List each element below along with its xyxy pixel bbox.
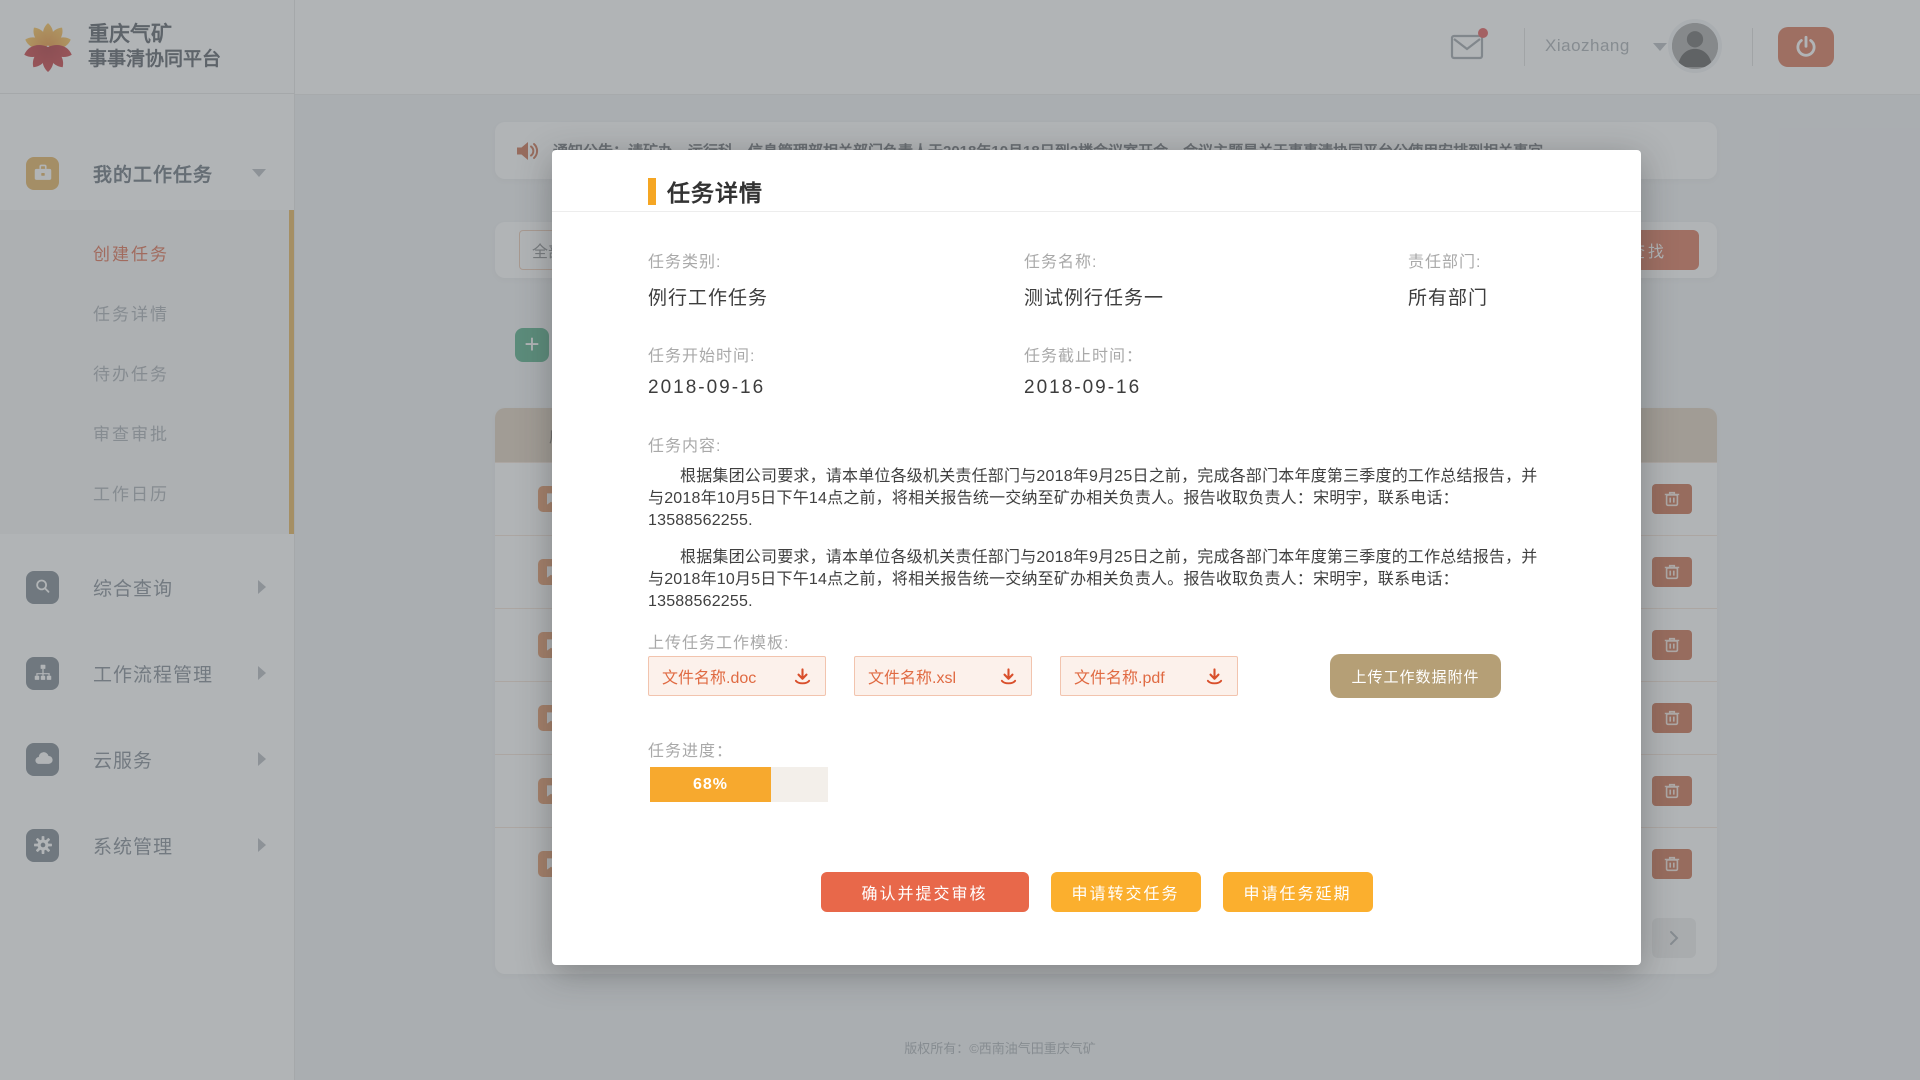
divider [552, 211, 1641, 212]
file-name: 文件名称.doc [662, 664, 756, 688]
field-value: 测试例行任务一 [1024, 283, 1408, 310]
download-icon [999, 667, 1018, 686]
file-name: 文件名称.xsl [868, 664, 956, 688]
field-label: 任务截止时间： [1024, 342, 1408, 366]
task-content-paragraph: 根据集团公司要求，请本单位各级机关责任部门与2018年9月25日之前，完成各部门… [648, 466, 1548, 532]
confirm-submit-button[interactable]: 确认并提交审核 [821, 872, 1029, 912]
app-root: Xiaozhang [0, 0, 1920, 1080]
field-task-category: 任务类别: 例行工作任务 [648, 248, 1024, 310]
task-detail-modal: 任务详情 任务类别: 例行工作任务 任务名称: 测试例行任务一 责任部门: 所有… [552, 150, 1641, 965]
field-value: 2018-09-16 [648, 377, 1024, 399]
file-name: 文件名称.pdf [1074, 664, 1165, 688]
template-label: 上传任务工作模板: [648, 629, 789, 653]
upload-attachment-button[interactable]: 上传工作数据附件 [1330, 654, 1501, 698]
field-end-date: 任务截止时间： 2018-09-16 [1024, 342, 1408, 399]
field-responsible-dept: 责任部门: 所有部门 [1408, 248, 1558, 310]
field-start-date: 任务开始时间: 2018-09-16 [648, 342, 1024, 399]
field-label: 任务开始时间: [648, 342, 1024, 366]
field-label: 任务类别: [648, 248, 1024, 272]
field-value: 例行工作任务 [648, 283, 1024, 310]
progress-bar: 68% [650, 767, 828, 802]
transfer-task-button[interactable]: 申请转交任务 [1051, 872, 1201, 912]
field-row-1: 任务类别: 例行工作任务 任务名称: 测试例行任务一 责任部门: 所有部门 [648, 248, 1558, 310]
file-chip-pdf[interactable]: 文件名称.pdf [1060, 656, 1238, 696]
file-chip-xsl[interactable]: 文件名称.xsl [854, 656, 1032, 696]
field-value: 所有部门 [1408, 283, 1558, 310]
progress-text: 68% [693, 776, 728, 794]
field-value: 2018-09-16 [1024, 377, 1408, 399]
download-icon [1205, 667, 1224, 686]
modal-title-row: 任务详情 [648, 174, 763, 208]
file-chip-doc[interactable]: 文件名称.doc [648, 656, 826, 696]
modal-actions: 确认并提交审核 申请转交任务 申请任务延期 [552, 872, 1641, 912]
task-content-paragraph: 根据集团公司要求，请本单位各级机关责任部门与2018年9月25日之前，完成各部门… [648, 547, 1548, 613]
delay-task-button[interactable]: 申请任务延期 [1223, 872, 1373, 912]
progress-fill: 68% [650, 767, 771, 802]
field-label: 责任部门: [1408, 248, 1558, 272]
task-content-text: 根据集团公司要求，请本单位各级机关责任部门与2018年9月25日之前，完成各部门… [648, 466, 1548, 628]
title-accent-bar [648, 178, 656, 205]
field-row-2: 任务开始时间: 2018-09-16 任务截止时间： 2018-09-16 [648, 342, 1558, 399]
template-files: 文件名称.doc 文件名称.xsl 文件名称.pdf [648, 656, 1238, 696]
task-content-label: 任务内容: [648, 432, 721, 456]
modal-title: 任务详情 [667, 174, 763, 208]
field-label: 任务名称: [1024, 248, 1408, 272]
field-task-name: 任务名称: 测试例行任务一 [1024, 248, 1408, 310]
progress-label: 任务进度： [648, 737, 733, 761]
download-icon [793, 667, 812, 686]
